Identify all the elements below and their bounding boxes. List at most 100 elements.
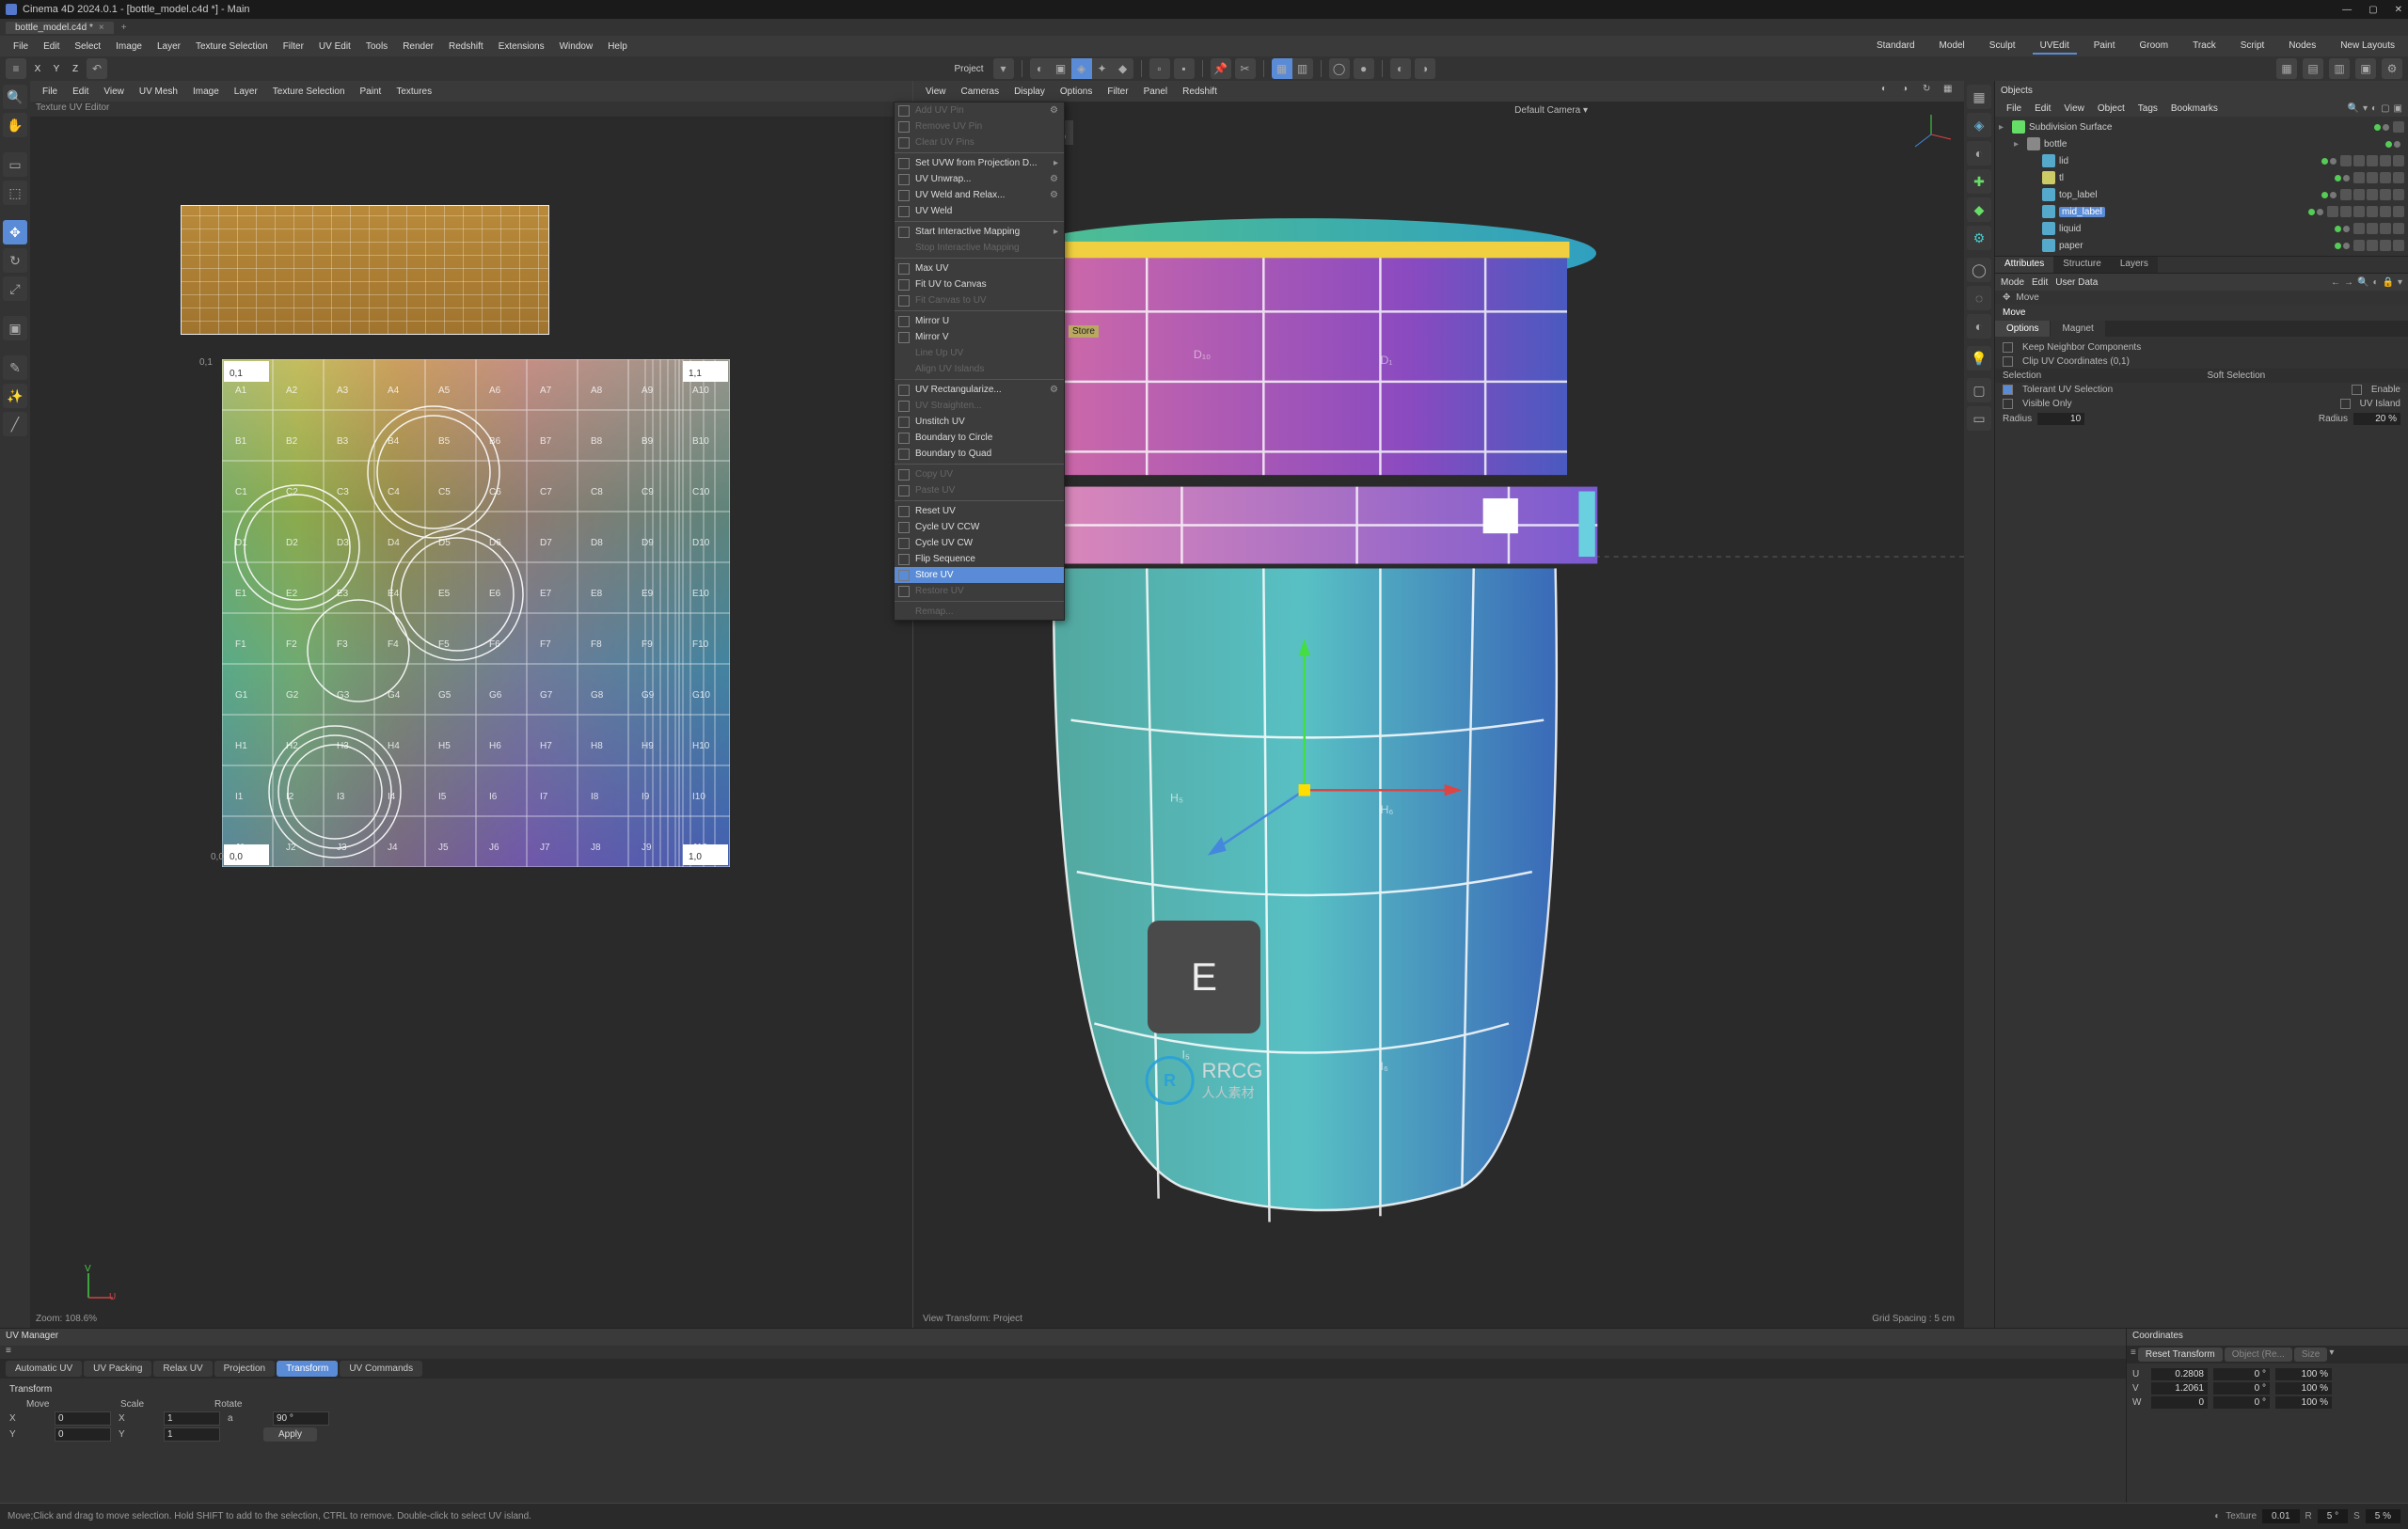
circle-a-icon[interactable]: ◯ <box>1329 58 1350 79</box>
attr-d-icon[interactable]: ▾ <box>2398 277 2402 288</box>
menu-filter[interactable]: Filter <box>276 39 311 54</box>
viewport-camera-label[interactable]: Default Camera ▾ <box>1514 105 1588 116</box>
layout-model[interactable]: Model <box>1932 39 1972 55</box>
pin-icon[interactable]: 📌 <box>1211 58 1231 79</box>
new-layouts-dropdown[interactable]: New Layouts <box>2333 39 2402 55</box>
uvcmd-unstitch-uv[interactable]: Unstitch UV <box>895 414 1064 430</box>
rs-e-icon[interactable]: ◌ <box>1967 286 1991 310</box>
layout-c-icon[interactable]: ▥ <box>2329 58 2350 79</box>
tool-a-icon[interactable]: ▫ <box>1149 58 1170 79</box>
vpmenu-redshift[interactable]: Redshift <box>1176 85 1224 99</box>
layout-sculpt[interactable]: Sculpt <box>1982 39 2023 55</box>
vpmenu-display[interactable]: Display <box>1007 85 1052 99</box>
transform-a-icon[interactable]: ▣ <box>3 316 27 340</box>
uv-context-menu[interactable]: Add UV Pin⚙Remove UV PinClear UV PinsSet… <box>894 102 1065 621</box>
tree-row-paper[interactable]: paper <box>1999 237 2404 254</box>
uv-manager-tabs[interactable]: Automatic UVUV PackingRelax UVProjection… <box>0 1359 2126 1379</box>
rs-h-icon[interactable]: ▭ <box>1967 406 1991 431</box>
visible-checkbox[interactable] <box>2003 399 2013 409</box>
coord-w-pos[interactable]: 0 <box>2151 1396 2208 1409</box>
attrtab-structure[interactable]: Structure <box>2053 257 2111 273</box>
uv-checker-grid[interactable]: A1A2A3A4A5A6A7A8A9A10B1B2B3B4B5B6B7B8B9B… <box>222 359 730 867</box>
uvmenu-textures[interactable]: Textures <box>389 85 438 99</box>
attrbar-mode[interactable]: Mode <box>2001 277 2024 288</box>
radius-field-2[interactable]: 20 % <box>2353 413 2400 425</box>
line-icon[interactable]: ╱ <box>3 412 27 436</box>
close-button[interactable]: ✕ <box>2395 5 2402 15</box>
settings-icon[interactable]: ⚙ <box>2382 58 2402 79</box>
obj-search-icon[interactable]: 🔍 <box>2348 103 2359 114</box>
rs-b-icon[interactable]: ◐ <box>1967 141 1991 166</box>
status-globe-icon[interactable]: ◐ <box>2214 1511 2220 1521</box>
obj-filter-icon[interactable]: ▾ <box>2363 103 2368 114</box>
enable-checkbox[interactable] <box>2352 385 2362 395</box>
vpmenu-view[interactable]: View <box>919 85 953 99</box>
brush-icon[interactable]: ✎ <box>3 355 27 380</box>
cut-icon[interactable]: ✂ <box>1235 58 1256 79</box>
layout-standard[interactable]: Standard <box>1869 39 1923 55</box>
uvmenu-image[interactable]: Image <box>186 85 226 99</box>
coord-v-pos[interactable]: 1.2061 <box>2151 1382 2208 1395</box>
vp-icon-a[interactable]: ◐ <box>1881 84 1896 99</box>
obj-a-icon[interactable]: ◐ <box>2371 103 2377 114</box>
mode-face-icon[interactable]: ◆ <box>1113 58 1133 79</box>
select-a-icon[interactable]: ▭ <box>3 152 27 177</box>
menu-select[interactable]: Select <box>67 39 108 54</box>
uvcmd-start-interactive-mapping[interactable]: Start Interactive Mapping▸ <box>895 224 1064 240</box>
uvcmd-mirror-u[interactable]: Mirror U <box>895 313 1064 329</box>
size-button[interactable]: Size <box>2294 1348 2327 1362</box>
history-icon[interactable]: ↶ <box>87 58 107 79</box>
menu-extensions[interactable]: Extensions <box>491 39 552 54</box>
menu-tools[interactable]: Tools <box>358 39 395 54</box>
axis-y[interactable]: Y <box>49 60 64 77</box>
vp-icon-d[interactable]: ▦ <box>1943 84 1958 99</box>
globe-icon[interactable]: ◐ <box>1030 58 1051 79</box>
objmenu-tags[interactable]: Tags <box>2132 102 2163 115</box>
uvmenu-texture-selection[interactable]: Texture Selection <box>266 85 352 99</box>
rs-c-icon[interactable]: ◆ <box>1967 197 1991 222</box>
attrbar-user-data[interactable]: User Data <box>2055 277 2098 288</box>
radius-field-1[interactable]: 10 <box>2037 413 2084 425</box>
layout-d-icon[interactable]: ▣ <box>2355 58 2376 79</box>
misc-a-icon[interactable]: ◐ <box>1390 58 1411 79</box>
menu-edit[interactable]: Edit <box>36 39 67 54</box>
scale-tool-icon[interactable]: ⤢ <box>3 276 27 301</box>
rs-light-icon[interactable]: 💡 <box>1967 346 1991 370</box>
menu-help[interactable]: Help <box>600 39 635 54</box>
attr-a-icon[interactable]: 🔍 <box>2357 277 2368 288</box>
coord-u-scale[interactable]: 100 % <box>2275 1368 2332 1380</box>
circle-b-icon[interactable]: ● <box>1354 58 1374 79</box>
rs-add-icon[interactable]: ✚ <box>1967 169 1991 194</box>
hamburger-small-icon[interactable]: ≡ <box>6 1346 11 1356</box>
uvcmd-set-uvw-from-projection-d-[interactable]: Set UVW from Projection D...▸ <box>895 155 1064 171</box>
tool-b-icon[interactable]: ▪ <box>1174 58 1195 79</box>
uvcmd-fit-uv-to-canvas[interactable]: Fit UV to Canvas <box>895 276 1064 292</box>
menu-uv-edit[interactable]: UV Edit <box>311 39 358 54</box>
tree-row-subdivision-surface[interactable]: ▸Subdivision Surface <box>1999 118 2404 135</box>
uvm-apply-button[interactable]: Apply <box>263 1427 317 1442</box>
coord-u-rot[interactable]: 0 ° <box>2213 1368 2270 1380</box>
tolerant-checkbox[interactable] <box>2003 385 2013 395</box>
layout-b-icon[interactable]: ▤ <box>2303 58 2323 79</box>
axis-z[interactable]: Z <box>68 60 83 77</box>
move-tool-icon[interactable]: ✥ <box>3 220 27 244</box>
keep-neighbor-checkbox[interactable] <box>2003 342 2013 353</box>
uvmtab-uv-commands[interactable]: UV Commands <box>340 1361 422 1377</box>
uvm-move-y[interactable] <box>55 1427 111 1442</box>
uvcmd-uv-unwrap-[interactable]: UV Unwrap...⚙ <box>895 171 1064 187</box>
rotate-tool-icon[interactable]: ↻ <box>3 248 27 273</box>
vpmenu-filter[interactable]: Filter <box>1101 85 1134 99</box>
uvmenu-layer[interactable]: Layer <box>228 85 264 99</box>
coord-v-scale[interactable]: 100 % <box>2275 1382 2332 1395</box>
attribute-tabs[interactable]: AttributesStructureLayers <box>1995 257 2408 274</box>
uvcmd-mirror-v[interactable]: Mirror V <box>895 329 1064 345</box>
wand-icon[interactable]: ✨ <box>3 384 27 408</box>
attrtab-layers[interactable]: Layers <box>2111 257 2158 273</box>
coord-u-pos[interactable]: 0.2808 <box>2151 1368 2208 1380</box>
obj-b-icon[interactable]: ▢ <box>2381 103 2389 114</box>
rs-f-icon[interactable]: ◐ <box>1967 314 1991 339</box>
grid-b-icon[interactable]: ▥ <box>1292 58 1313 79</box>
menu-window[interactable]: Window <box>552 39 601 54</box>
uvmtab-automatic-uv[interactable]: Automatic UV <box>6 1361 82 1377</box>
attrsubtab-options[interactable]: Options <box>1995 321 2050 337</box>
